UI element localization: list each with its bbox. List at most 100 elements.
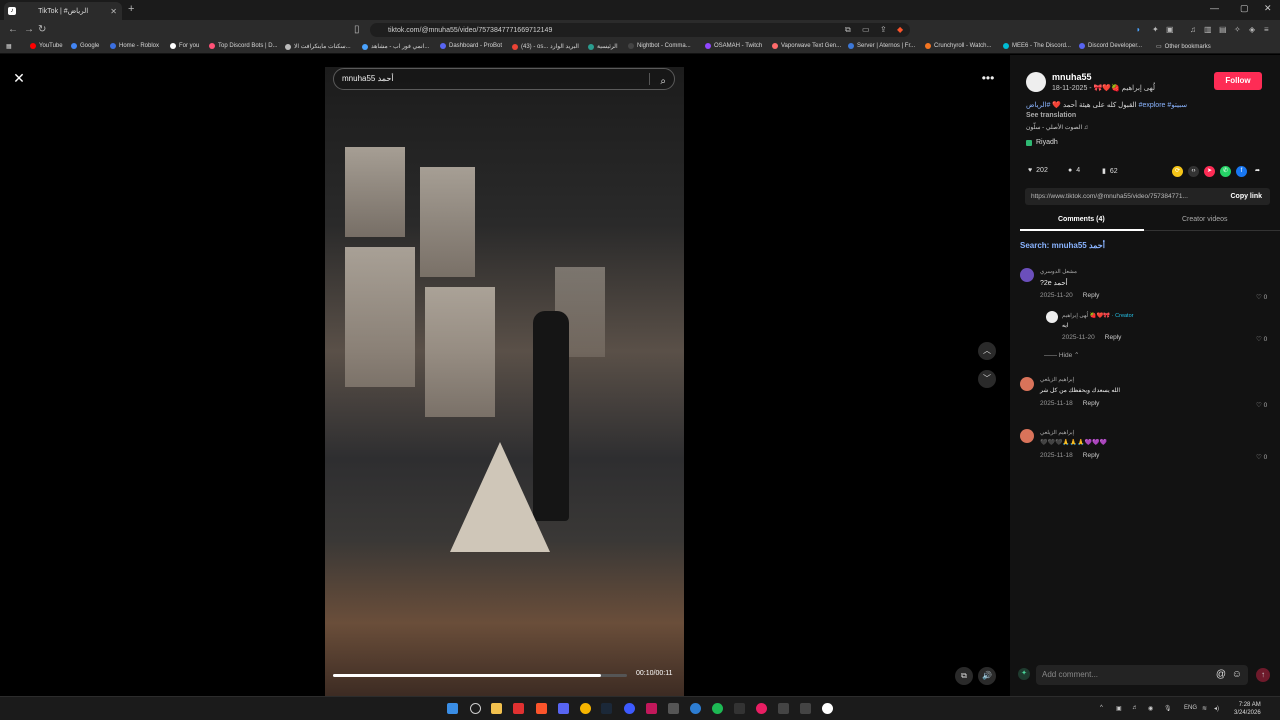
bookmark-probot[interactable]: Dashboard - ProBot <box>440 43 502 49</box>
commenter-avatar[interactable] <box>1020 429 1034 443</box>
bookmark-discord-developer[interactable]: Discord Developer... <box>1079 43 1142 49</box>
screenshot-icon[interactable]: ▭ <box>862 25 870 34</box>
back-icon[interactable]: ← <box>8 24 18 35</box>
brave-shield-icon[interactable]: ◆ <box>897 25 903 34</box>
system-clock[interactable]: 7:28 AM 3/24/2026 <box>1234 701 1261 717</box>
video-progress-bar[interactable] <box>333 674 627 677</box>
steam-icon[interactable] <box>601 703 612 714</box>
commenter-name[interactable]: إبراهيم الزيلعي <box>1040 430 1074 436</box>
reply-button[interactable]: Reply <box>1083 292 1100 299</box>
tray-app-icon[interactable]: ▣ <box>1116 705 1122 712</box>
speaker-icon[interactable]: ◂) <box>1214 705 1219 712</box>
share-icon[interactable]: ⇪ <box>880 25 887 34</box>
search-suggestion[interactable]: Search: mnuha55 أحمد <box>1020 241 1105 250</box>
mic-icon[interactable]: 🎙 <box>1164 705 1172 712</box>
copy-link-button[interactable]: Copy link <box>1230 188 1262 205</box>
share-link-field[interactable]: https://www.tiktok.com/@mnuha55/video/75… <box>1025 188 1270 205</box>
video-search-input[interactable]: mnuha55 أحمد ⌕ <box>333 68 675 90</box>
hide-replies-button[interactable]: —— Hide ⌃ <box>1044 351 1079 359</box>
discord-icon[interactable] <box>558 703 569 714</box>
close-window-icon[interactable]: ✕ <box>1264 3 1272 14</box>
tabs-icon[interactable]: ▤ <box>1219 25 1227 34</box>
bookmark-top-discord-bots[interactable]: Top Discord Bots | D... <box>209 43 278 49</box>
music-icon[interactable]: ♫ <box>1190 25 1196 34</box>
forward-icon[interactable]: → <box>24 24 34 35</box>
comment-like[interactable]: ♡ 0 <box>1256 401 1267 409</box>
comment-like[interactable]: ♡ 0 <box>1256 453 1267 461</box>
vpn-icon[interactable]: ✧ <box>1234 25 1241 34</box>
more-options-icon[interactable]: ••• <box>978 68 998 88</box>
comment-button[interactable]: ● 4 <box>1068 167 1080 174</box>
commenter-avatar[interactable] <box>1020 268 1034 282</box>
search-icon[interactable]: ⌕ <box>660 72 666 92</box>
emoji-icon[interactable]: ☺ <box>1232 665 1242 685</box>
extensions-puzzle-icon[interactable]: ✦ <box>1152 25 1159 34</box>
adobe-icon[interactable] <box>646 703 657 714</box>
app-icon[interactable] <box>513 703 524 714</box>
bookmark-crunchyroll[interactable]: Crunchyroll - Watch... <box>925 43 991 49</box>
headset-icon[interactable]: ♬ <box>1132 705 1138 711</box>
tab-comments[interactable]: Comments (4) <box>1058 216 1105 223</box>
reply-like[interactable]: ♡ 0 <box>1256 335 1267 343</box>
reply-button[interactable]: Reply <box>1083 400 1100 407</box>
close-icon[interactable]: ✕ <box>10 69 28 87</box>
next-video-icon[interactable]: ﹀ <box>978 370 996 388</box>
bookmark-roblox[interactable]: Home - Roblox <box>110 43 159 49</box>
address-bar[interactable]: tiktok.com/@mnuha55/video/75738477716697… <box>370 23 910 37</box>
brave-icon[interactable] <box>536 703 547 714</box>
bookmark-youtube[interactable]: YouTube <box>30 43 63 49</box>
bookmark-for-you[interactable]: For you <box>170 43 199 49</box>
language-indicator[interactable]: ENG <box>1184 705 1197 711</box>
sidebar-icon[interactable]: ▥ <box>1204 25 1212 34</box>
apps-icon[interactable]: ▦ <box>6 43 12 50</box>
bookmark-anime[interactable]: انمي فور اب - مشاهد... <box>362 43 429 50</box>
post-comment-button[interactable]: ↑ <box>1256 668 1270 682</box>
commenter-avatar[interactable] <box>1020 377 1034 391</box>
send-icon[interactable]: ➤ <box>1204 166 1215 177</box>
bookmark-mee6[interactable]: MEE6 - The Discord... <box>1003 43 1071 49</box>
reply-author[interactable]: لُهى إبراهيم 🍓❤️🎀 · Creator <box>1062 313 1133 319</box>
reply-button[interactable]: Reply <box>1083 452 1100 459</box>
commenter-name[interactable]: مشعل الدوسري <box>1040 269 1077 275</box>
spotify-icon[interactable] <box>712 703 723 714</box>
new-tab-icon[interactable]: + <box>128 3 134 15</box>
minimize-icon[interactable]: — <box>1210 3 1219 13</box>
bookmark-home[interactable]: الرئيسية <box>588 43 618 50</box>
menu-icon[interactable]: ≡ <box>1264 25 1269 34</box>
bookmark-icon[interactable]: ▯ <box>354 24 360 35</box>
sound-link[interactable]: الصوت الأصلي - سلّون ♫ <box>1026 124 1088 131</box>
reply-button[interactable]: Reply <box>1105 334 1122 341</box>
maximize-icon[interactable]: ▢ <box>1240 3 1249 14</box>
wifi-icon[interactable]: ≋ <box>1202 705 1207 712</box>
bookmark-nightbot[interactable]: Nightbot - Comma... <box>628 43 691 49</box>
start-icon[interactable] <box>447 703 458 714</box>
embed-icon[interactable]: ‹› <box>1188 166 1199 177</box>
app-icon[interactable] <box>580 703 591 714</box>
video-player[interactable] <box>325 67 684 699</box>
reload-icon[interactable]: ↻ <box>38 24 46 35</box>
app-icon[interactable] <box>800 703 811 714</box>
tray-chevron-icon[interactable]: ^ <box>1100 705 1103 711</box>
extension-icon[interactable]: ◗ <box>1136 25 1141 34</box>
author-avatar[interactable] <box>1026 72 1046 92</box>
browser-tab[interactable]: ♪ TikTok | #الرياض ✕ <box>4 2 122 20</box>
reply-avatar[interactable] <box>1046 311 1058 323</box>
location-tag[interactable]: Riyadh <box>1026 139 1058 146</box>
tab-creator-videos[interactable]: Creator videos <box>1182 216 1228 223</box>
facebook-icon[interactable]: f <box>1236 166 1247 177</box>
discord-tray-icon[interactable]: ◉ <box>1148 705 1153 712</box>
bookmark-twitch[interactable]: OSAMAH - Twitch <box>705 43 762 49</box>
volume-icon[interactable]: 🔊 <box>978 667 996 685</box>
file-explorer-icon[interactable] <box>491 703 502 714</box>
ghost-icon[interactable]: ✦ <box>1018 668 1030 680</box>
bookmark-vaporwave[interactable]: Vaporwave Text Gen... <box>772 43 841 49</box>
shield-icon[interactable]: ◈ <box>1249 25 1255 34</box>
reader-icon[interactable]: ⧉ <box>845 25 851 35</box>
mention-icon[interactable]: @ <box>1216 665 1226 685</box>
add-comment-input[interactable]: Add comment... @ ☺ <box>1036 665 1248 685</box>
wallet-icon[interactable]: ▣ <box>1166 25 1174 34</box>
bookmark-google[interactable]: Google <box>71 43 99 49</box>
search-icon[interactable] <box>470 703 481 714</box>
whatsapp-icon[interactable]: ✆ <box>1220 166 1231 177</box>
app-icon[interactable] <box>624 703 635 714</box>
